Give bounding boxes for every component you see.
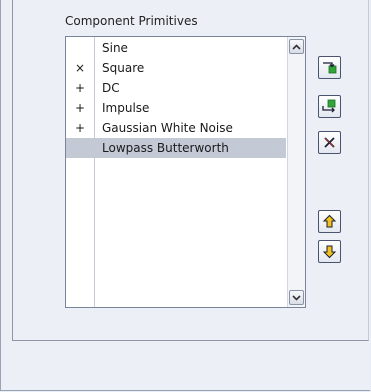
add-component-button[interactable] [318,56,341,79]
delete-x-icon [324,137,335,148]
scroll-down-button[interactable] [289,290,304,305]
scroll-up-button[interactable] [289,39,304,54]
list-item[interactable]: + DC [66,78,286,98]
insert-component-icon [322,99,336,113]
list-item[interactable]: × Square [66,58,286,78]
list-item[interactable]: Lowpass Butterworth [66,138,286,158]
list-item-mark: + [74,81,86,95]
chevron-up-icon [292,43,301,50]
arrow-down-icon [322,245,337,259]
list-scrollbar[interactable] [287,37,305,307]
component-primitives-label: Component Primitives [65,14,198,28]
chevron-down-icon [292,294,301,301]
list-item-mark: × [74,61,86,75]
arrow-up-icon [322,214,337,228]
list-item-mark: + [74,101,86,115]
list-rows: Sine × Square + DC + Impulse + Gaussian … [66,38,286,158]
add-component-icon [323,62,337,74]
list-item-name: Gaussian White Noise [102,121,233,135]
move-down-button[interactable] [318,240,341,263]
list-item-name: DC [102,81,120,95]
list-item-name: Square [102,61,145,75]
list-item[interactable]: Sine [66,38,286,58]
move-up-button[interactable] [318,210,341,233]
list-item-mark: + [74,121,86,135]
component-primitives-list[interactable]: Sine × Square + DC + Impulse + Gaussian … [65,36,306,308]
insert-component-button[interactable] [318,95,341,118]
list-item[interactable]: + Gaussian White Noise [66,118,286,138]
delete-component-button[interactable] [318,131,341,154]
list-item-name: Lowpass Butterworth [102,141,229,155]
list-item-name: Impulse [102,101,150,115]
list-item-name: Sine [102,41,128,55]
list-item[interactable]: + Impulse [66,98,286,118]
